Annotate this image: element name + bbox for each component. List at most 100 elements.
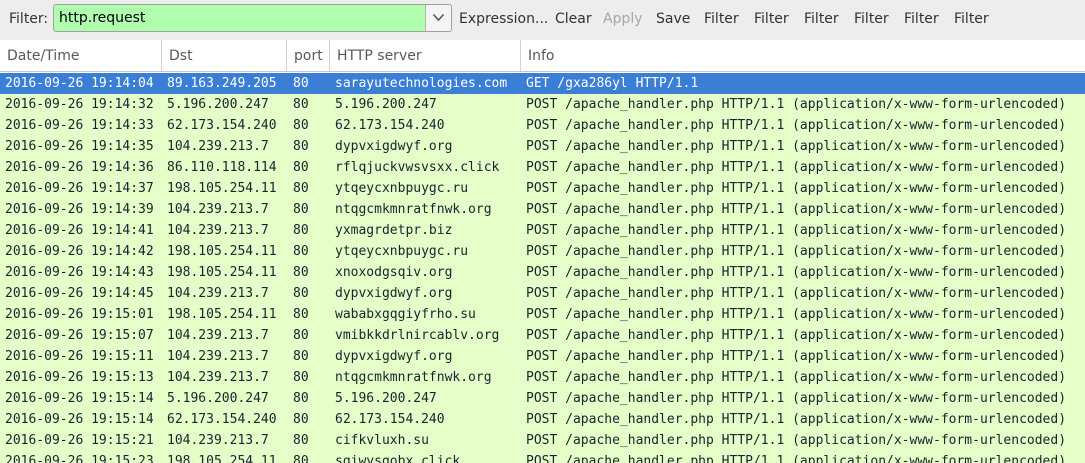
cell-dst: 86.110.118.114 [167, 160, 277, 175]
cell-port: 80 [293, 286, 309, 301]
cell-info: POST /apache_handler.php HTTP/1.1 (appli… [526, 118, 1067, 133]
cell-info: POST /apache_handler.php HTTP/1.1 (appli… [526, 97, 1067, 112]
cell-http-server: wababxgqgiyfrho.su [335, 307, 476, 322]
cell-datetime: 2016-09-26 19:14:37 [5, 181, 154, 196]
save-button[interactable]: Save [656, 11, 690, 27]
cell-port: 80 [293, 412, 309, 427]
cell-port: 80 [293, 307, 309, 322]
cell-http-server: ytqeycxnbpuygc.ru [335, 244, 469, 259]
cell-port: 80 [293, 391, 309, 406]
packet-row[interactable]: 2016-09-26 19:14:04 89.163.249.205 80 saray… [0, 73, 1085, 94]
cell-http-server: sgiwysgobx.click [335, 454, 461, 463]
cell-http-server: rflqjuckvwsvsxx.click [335, 160, 500, 175]
filter-history-dropdown[interactable] [425, 5, 451, 31]
cell-dst: 198.105.254.11 [167, 181, 277, 196]
packet-list: Date/Time Dst port HTTP server Info 2016… [0, 40, 1085, 463]
cell-info: POST /apache_handler.php HTTP/1.1 (appli… [526, 433, 1067, 448]
filter-button-6[interactable]: Filter [954, 11, 989, 27]
column-header-dst[interactable]: Dst [162, 40, 287, 71]
cell-port: 80 [293, 433, 309, 448]
packet-row[interactable]: 2016-09-26 19:14:41 104.239.213.7 80 yxmagr… [0, 220, 1085, 241]
column-header-info[interactable]: Info [521, 40, 1085, 71]
cell-http-server: dypvxigdwyf.org [335, 349, 453, 364]
cell-dst: 104.239.213.7 [167, 202, 269, 217]
cell-info: POST /apache_handler.php HTTP/1.1 (appli… [526, 265, 1067, 280]
cell-datetime: 2016-09-26 19:14:43 [5, 265, 154, 280]
cell-dst: 5.196.200.247 [167, 391, 269, 406]
cell-info: GET /gxa286yl HTTP/1.1 [526, 76, 699, 91]
cell-info: POST /apache_handler.php HTTP/1.1 (appli… [526, 349, 1067, 364]
cell-datetime: 2016-09-26 19:14:32 [5, 97, 154, 112]
cell-http-server: 5.196.200.247 [335, 97, 437, 112]
cell-port: 80 [293, 223, 309, 238]
cell-datetime: 2016-09-26 19:14:45 [5, 286, 154, 301]
cell-info: POST /apache_handler.php HTTP/1.1 (appli… [526, 202, 1067, 217]
cell-info: POST /apache_handler.php HTTP/1.1 (appli… [526, 139, 1067, 154]
cell-info: POST /apache_handler.php HTTP/1.1 (appli… [526, 370, 1067, 385]
cell-http-server: sarayutechnologies.com [335, 76, 508, 91]
cell-port: 80 [293, 244, 309, 259]
packet-row[interactable]: 2016-09-26 19:14:36 86.110.118.114 80 rflqj… [0, 157, 1085, 178]
packet-row[interactable]: 2016-09-26 19:14:45 104.239.213.7 80 dypvxi… [0, 283, 1085, 304]
packet-row[interactable]: 2016-09-26 19:14:42 198.105.254.11 80 ytqey… [0, 241, 1085, 262]
cell-datetime: 2016-09-26 19:15:14 [5, 412, 154, 427]
cell-http-server: 5.196.200.247 [335, 391, 437, 406]
cell-http-server: 62.173.154.240 [335, 118, 445, 133]
cell-dst: 89.163.249.205 [167, 76, 277, 91]
packet-row[interactable]: 2016-09-26 19:14:33 62.173.154.240 80 62.17… [0, 115, 1085, 136]
packet-row[interactable]: 2016-09-26 19:15:01 198.105.254.11 80 wabab… [0, 304, 1085, 325]
cell-datetime: 2016-09-26 19:15:13 [5, 370, 154, 385]
column-header-datetime[interactable]: Date/Time [0, 40, 162, 71]
cell-port: 80 [293, 265, 309, 280]
cell-port: 80 [293, 76, 309, 91]
filter-button-3[interactable]: Filter [804, 11, 839, 27]
apply-button[interactable]: Apply [603, 11, 643, 27]
cell-http-server: dypvxigdwyf.org [335, 286, 453, 301]
cell-datetime: 2016-09-26 19:14:33 [5, 118, 154, 133]
packet-row[interactable]: 2016-09-26 19:15:14 62.173.154.240 80 62.17… [0, 409, 1085, 430]
filter-label: Filter: [9, 11, 49, 27]
cell-port: 80 [293, 97, 309, 112]
packet-row[interactable]: 2016-09-26 19:15:23 198.105.254.11 80 sgiwy… [0, 451, 1085, 463]
display-filter-box[interactable] [53, 4, 452, 32]
packet-list-header: Date/Time Dst port HTTP server Info [0, 40, 1085, 72]
cell-datetime: 2016-09-26 19:15:14 [5, 391, 154, 406]
cell-datetime: 2016-09-26 19:14:41 [5, 223, 154, 238]
packet-row[interactable]: 2016-09-26 19:15:21 104.239.213.7 80 cifkvl… [0, 430, 1085, 451]
expression-button[interactable]: Expression... [459, 11, 548, 27]
filter-button-5[interactable]: Filter [904, 11, 939, 27]
filter-button-2[interactable]: Filter [754, 11, 789, 27]
packet-row[interactable]: 2016-09-26 19:14:43 198.105.254.11 80 xnoxo… [0, 262, 1085, 283]
cell-datetime: 2016-09-26 19:15:21 [5, 433, 154, 448]
cell-http-server: dypvxigdwyf.org [335, 139, 453, 154]
cell-port: 80 [293, 328, 309, 343]
display-filter-input[interactable] [54, 5, 424, 31]
cell-dst: 62.173.154.240 [167, 412, 277, 427]
packet-row[interactable]: 2016-09-26 19:15:14 5.196.200.247 80 5.196.… [0, 388, 1085, 409]
filter-button-4[interactable]: Filter [854, 11, 889, 27]
cell-datetime: 2016-09-26 19:14:04 [5, 76, 154, 91]
cell-info: POST /apache_handler.php HTTP/1.1 (appli… [526, 412, 1067, 427]
cell-port: 80 [293, 160, 309, 175]
cell-info: POST /apache_handler.php HTTP/1.1 (appli… [526, 307, 1067, 322]
packet-row[interactable]: 2016-09-26 19:14:39 104.239.213.7 80 ntqgcm… [0, 199, 1085, 220]
packet-row[interactable]: 2016-09-26 19:15:13 104.239.213.7 80 ntqgcm… [0, 367, 1085, 388]
filter-button-1[interactable]: Filter [704, 11, 739, 27]
clear-button[interactable]: Clear [555, 11, 592, 27]
cell-datetime: 2016-09-26 19:14:35 [5, 139, 154, 154]
packet-row[interactable]: 2016-09-26 19:14:35 104.239.213.7 80 dypvxi… [0, 136, 1085, 157]
column-header-port[interactable]: port [287, 40, 330, 71]
packet-row[interactable]: 2016-09-26 19:15:11 104.239.213.7 80 dypvxi… [0, 346, 1085, 367]
cell-http-server: 62.173.154.240 [335, 412, 445, 427]
cell-port: 80 [293, 139, 309, 154]
cell-datetime: 2016-09-26 19:15:01 [5, 307, 154, 322]
display-filter-toolbar: Filter: Expression... Clear Apply Save F… [0, 0, 1085, 38]
packet-row[interactable]: 2016-09-26 19:14:32 5.196.200.247 80 5.196.… [0, 94, 1085, 115]
cell-dst: 104.239.213.7 [167, 370, 269, 385]
cell-dst: 104.239.213.7 [167, 286, 269, 301]
column-header-http-server[interactable]: HTTP server [330, 40, 521, 71]
cell-dst: 62.173.154.240 [167, 118, 277, 133]
packet-row[interactable]: 2016-09-26 19:15:07 104.239.213.7 80 vmibkk… [0, 325, 1085, 346]
packet-row[interactable]: 2016-09-26 19:14:37 198.105.254.11 80 ytqey… [0, 178, 1085, 199]
cell-http-server: vmibkkdrlnircablv.org [335, 328, 500, 343]
